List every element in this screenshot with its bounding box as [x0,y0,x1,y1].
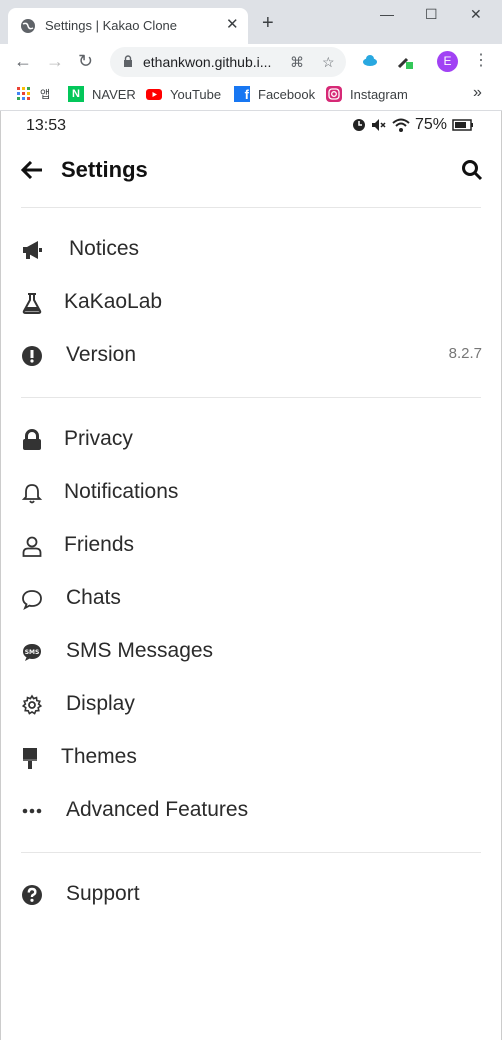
svg-text:SMS: SMS [25,649,40,656]
back-arrow-icon[interactable] [21,161,43,179]
settings-item-privacy[interactable]: Privacy [1,419,502,459]
bookmark-youtube[interactable]: YouTube [146,86,221,102]
forward-button[interactable]: → [46,51,64,72]
bookmark-naver[interactable]: N NAVER [68,86,136,102]
status-icons: 75% [352,116,474,134]
megaphone-icon [23,241,42,259]
lock-icon [23,429,41,450]
chat-bubble-icon [22,590,42,610]
user-icon [22,536,42,557]
bookmark-facebook[interactable]: f Facebook [234,86,315,102]
settings-item-support[interactable]: Support [1,874,502,914]
instagram-icon [326,86,342,102]
bookmark-label: Instagram [350,86,408,102]
minimize-button[interactable]: — [380,6,394,22]
apps-grid-icon [17,87,30,100]
new-tab-button[interactable]: + [262,12,274,35]
divider [21,207,481,208]
settings-item-kakaolab[interactable]: KaKaoLab [1,282,502,322]
mute-icon [371,119,386,131]
battery-percent: 75% [414,116,447,133]
profile-avatar[interactable]: E [437,51,458,72]
bookmarks-bar: 앱 N NAVER YouTube f Facebook Instagram » [0,80,502,111]
version-value: 8.2.7 [448,345,482,362]
reload-button[interactable]: ↻ [78,51,93,72]
settings-item-label: Advanced Features [66,798,249,821]
flask-icon [22,293,42,314]
bookmark-label: Facebook [258,86,316,102]
divider [21,852,481,853]
status-time: 13:53 [26,117,67,134]
settings-item-label: Privacy [64,427,133,450]
bookmark-instagram[interactable]: Instagram [326,86,408,102]
more-bookmarks-button[interactable]: » [473,84,482,102]
naver-icon: N [68,86,84,102]
settings-item-label: Themes [61,745,137,768]
bookmark-star-icon[interactable]: ☆ [322,54,335,71]
browser-tabstrip: Settings | Kakao Clone ✕ + — ☐ ✕ [0,0,502,44]
settings-item-notices[interactable]: Notices [1,229,502,269]
ellipsis-icon [22,808,42,814]
settings-item-version[interactable]: Version 8.2.7 [1,335,502,375]
exclamation-circle-icon [22,346,42,366]
wifi-icon [392,118,410,132]
browser-tab[interactable]: Settings | Kakao Clone ✕ [8,8,248,44]
lock-icon [124,55,132,67]
settings-item-display[interactable]: Display [1,684,502,724]
back-button[interactable]: ← [14,51,32,72]
facebook-icon: f [234,86,250,102]
question-circle-icon [22,885,42,905]
tab-title: Settings | Kakao Clone [45,18,178,33]
youtube-icon [146,89,162,100]
settings-item-notifications[interactable]: Notifications [1,472,502,512]
settings-item-sms-messages[interactable]: SMS SMS Messages [1,631,502,671]
globe-icon [21,19,35,33]
tab-close-icon[interactable]: ✕ [226,15,239,33]
settings-item-chats[interactable]: Chats [1,578,502,618]
address-bar[interactable]: ethankwon.github.i... ⌘ ☆ [110,47,346,77]
page-title: Settings [61,157,148,182]
settings-item-label: Display [66,692,135,715]
browser-toolbar: ← → ↻ ethankwon.github.i... ⌘ ☆ E ⋮ [0,44,502,80]
settings-item-label: Chats [66,586,121,609]
settings-item-label: Support [66,882,140,905]
paint-brush-icon [23,748,37,769]
url-text: ethankwon.github.i... [143,54,272,70]
bookmark-label: 앱 [40,89,51,101]
search-icon[interactable] [461,159,483,181]
bell-icon [21,484,43,504]
settings-item-label: KaKaoLab [64,290,163,313]
settings-page: 13:53 75% Settings Notices KaKaoLab Vers… [0,111,502,1040]
divider [21,397,481,398]
alarm-icon [352,119,365,131]
settings-item-label: Notices [69,237,140,260]
gear-icon [21,694,43,715]
battery-icon [452,119,473,131]
bookmark-label: NAVER [92,86,136,102]
settings-item-label: Notifications [64,480,179,503]
settings-item-label: SMS Messages [66,639,214,662]
translate-icon[interactable]: ⌘ [290,54,304,71]
browser-menu-icon[interactable]: ⋮ [473,50,489,70]
bookmark-label: YouTube [170,86,222,102]
sms-icon: SMS [23,644,41,661]
cloud-extension-icon[interactable] [362,52,378,68]
maximize-button[interactable]: ☐ [425,6,438,23]
settings-item-label: Friends [64,533,135,556]
eyedropper-extension-icon[interactable] [396,52,414,70]
window-close-button[interactable]: ✕ [470,6,482,23]
settings-item-themes[interactable]: Themes [1,737,502,777]
bookmark-apps[interactable]: 앱 [16,86,50,102]
settings-item-advanced-features[interactable]: Advanced Features [1,790,502,830]
settings-item-label: Version [66,343,137,366]
settings-item-friends[interactable]: Friends [1,525,502,565]
